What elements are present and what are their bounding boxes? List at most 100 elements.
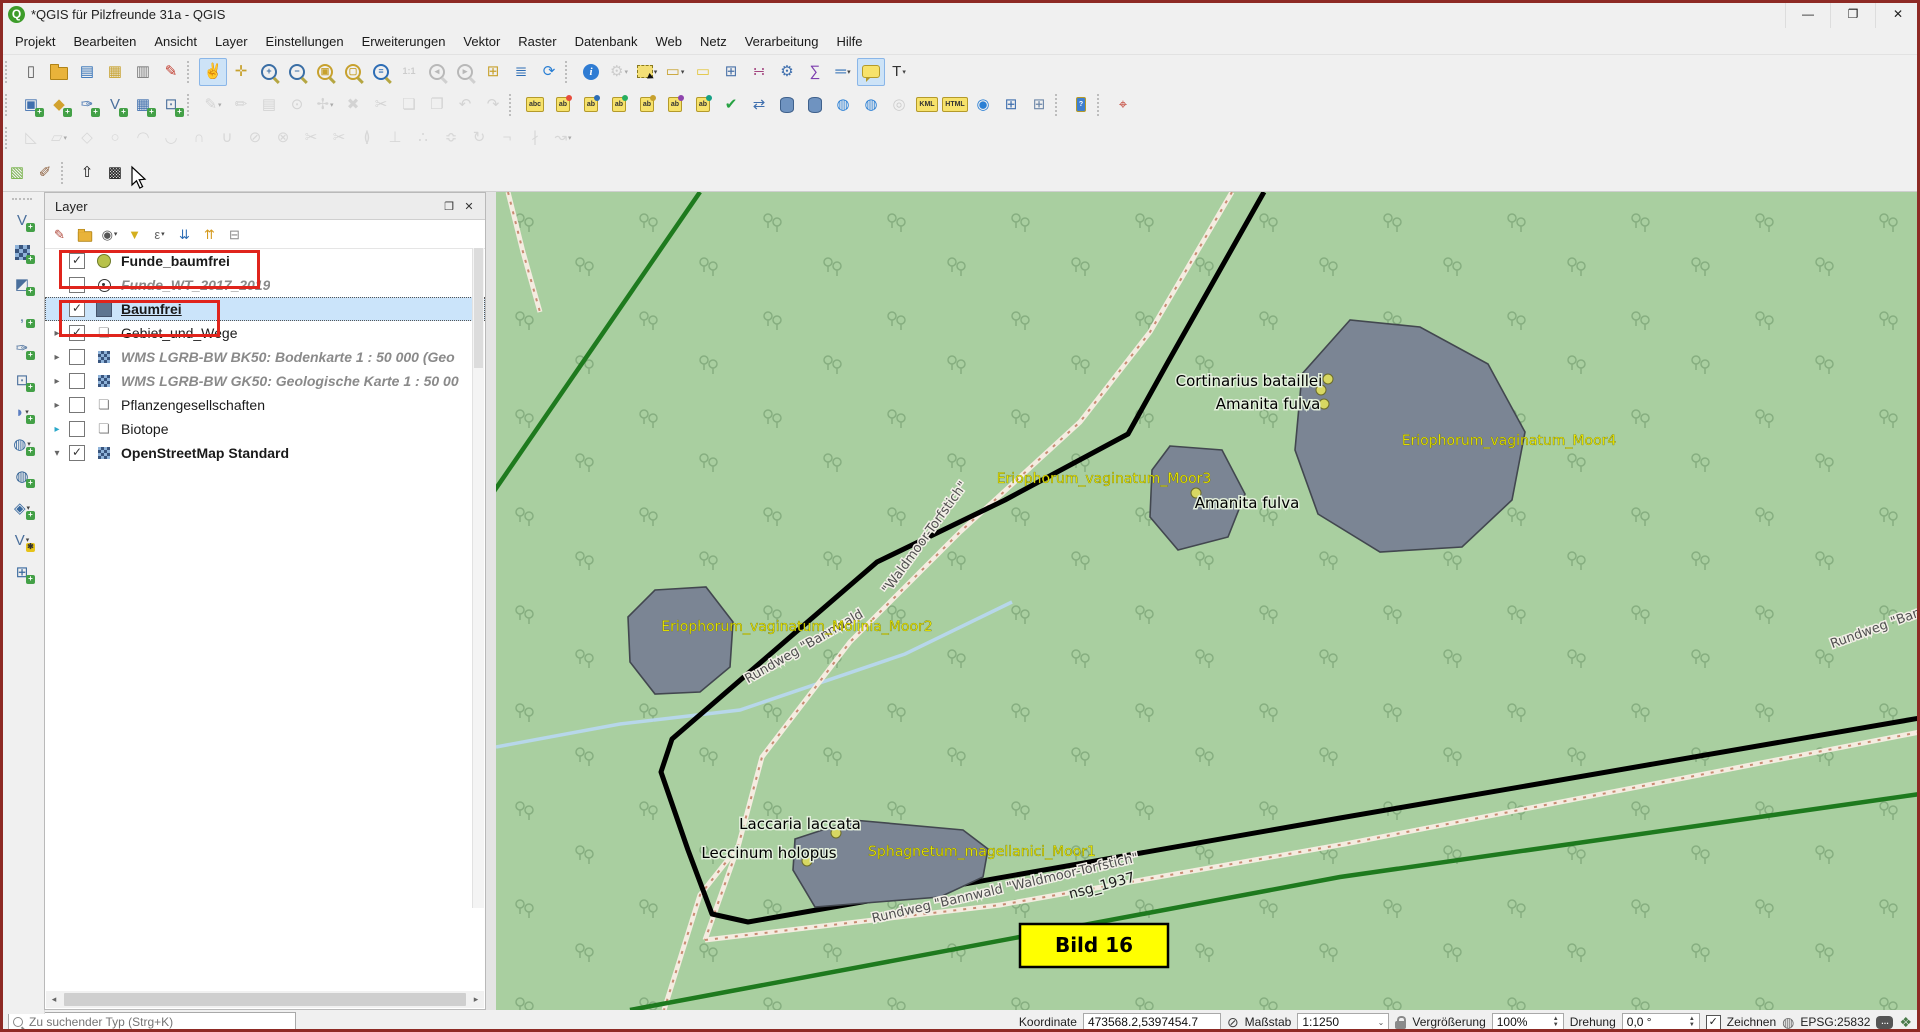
expand-icon[interactable]: ▸ — [45, 400, 69, 411]
layer-visibility-checkbox[interactable] — [69, 373, 85, 389]
change-label-button[interactable]: ab — [689, 91, 717, 119]
metasearch-button[interactable]: ◍ — [829, 91, 857, 119]
recenter-button[interactable]: ⌖ — [1109, 91, 1137, 119]
new-temporary-scratch-layer-button[interactable]: V✱▾ — [8, 526, 36, 554]
layer-row-funde_baumfrei[interactable]: ✓Funde_baumfrei — [45, 249, 485, 273]
zoom-to-layer-button[interactable]: ≡ — [367, 58, 395, 86]
scale-combobox[interactable]: 1:1250⌄ — [1297, 1013, 1389, 1032]
layer-visibility-checkbox[interactable] — [69, 397, 85, 413]
add-spatialite-layer-button[interactable]: ✑+ — [8, 334, 36, 362]
toolbar-handle[interactable] — [12, 198, 32, 200]
text-annotation-button[interactable]: T▾ — [885, 58, 913, 86]
metasearch-catalog-button[interactable]: ◍ — [857, 91, 885, 119]
map-tips-button[interactable] — [857, 58, 885, 86]
layer-visibility-checkbox[interactable]: ✓ — [69, 253, 85, 269]
add-group-button[interactable] — [72, 222, 97, 246]
grid-tool-button[interactable]: ⊞ — [997, 91, 1025, 119]
open-attribute-table-button[interactable]: ⊞ — [717, 58, 745, 86]
render-checkbox[interactable]: ✓ — [1706, 1015, 1721, 1030]
add-postgis-layer-button[interactable]: ◗+▾ — [8, 398, 36, 426]
processing-toolbox-button[interactable]: ⚙ — [773, 58, 801, 86]
filter-by-expression-button[interactable]: ε▾ — [147, 222, 172, 246]
panel-horizontal-scrollbar[interactable]: ◂ ▸ — [46, 991, 484, 1008]
messages-icon[interactable]: … — [1876, 1016, 1893, 1029]
menu-raster[interactable]: Raster — [509, 30, 565, 53]
menu-datenbank[interactable]: Datenbank — [566, 30, 647, 53]
pan-to-selection-button[interactable]: ✛ — [227, 58, 255, 86]
layer-row-funde_wt_2017_2019[interactable]: Funde_WT_2017_2019 — [45, 273, 485, 297]
add-raster-layer-button[interactable]: + — [8, 238, 36, 266]
new-map-view-button[interactable]: ⊞ — [479, 58, 507, 86]
statistics-button[interactable]: ∑ — [801, 58, 829, 86]
menu-netz[interactable]: Netz — [691, 30, 736, 53]
layer-row-biotope[interactable]: ▸❏Biotope — [45, 417, 485, 441]
identify-features-button[interactable]: i — [577, 58, 605, 86]
html-export-button[interactable]: HTML — [941, 91, 969, 119]
layer-visibility-checkbox[interactable] — [69, 277, 85, 293]
layer-row-wms[interactable]: ▸WMS LGRB-BW BK50: Bodenkarte 1 : 50 000… — [45, 345, 485, 369]
close-button[interactable]: ✕ — [1875, 0, 1920, 28]
new-mesh-layer-button[interactable]: ▦+ — [129, 91, 157, 119]
new-shapefile-layer-button[interactable]: ◆+ — [45, 91, 73, 119]
layer-visibility-checkbox[interactable]: ✓ — [69, 301, 85, 317]
rotation-spinbox[interactable]: 0,0 °▲▼ — [1622, 1013, 1700, 1032]
zoom-in-button[interactable]: + — [255, 58, 283, 86]
georeferencer-button[interactable]: ▧ — [3, 159, 31, 187]
check-geometries-button[interactable]: ✔ — [717, 91, 745, 119]
expand-icon[interactable]: ▸ — [45, 424, 69, 435]
select-features-button[interactable]: ▾ — [633, 58, 661, 86]
menu-erweiterungen[interactable]: Erweiterungen — [353, 30, 455, 53]
panel-float-button[interactable]: ❐ — [439, 197, 459, 215]
add-wcs-layer-button[interactable]: ◍+ — [8, 462, 36, 490]
expand-icon[interactable]: ▸ — [45, 352, 69, 363]
add-mesh-layer-button[interactable]: ◩+ — [8, 270, 36, 298]
offline-editing-button[interactable]: ⇄ — [745, 91, 773, 119]
new-spatialite-layer-button[interactable]: ✑+ — [73, 91, 101, 119]
layer-row-pflanzengesellschaften[interactable]: ▸❏Pflanzengesellschaften — [45, 393, 485, 417]
magnifier-spinbox[interactable]: 100%▲▼ — [1492, 1013, 1564, 1032]
coordinate-input[interactable]: 473568.2,5397454.7 — [1083, 1013, 1221, 1032]
layer-visibility-checkbox[interactable] — [69, 421, 85, 437]
layer-labeling-button[interactable]: abc — [521, 91, 549, 119]
lock-scale-icon[interactable] — [1395, 1021, 1406, 1029]
menu-projekt[interactable]: Projekt — [6, 30, 64, 53]
new-project-button[interactable]: ▯ — [17, 58, 45, 86]
rotate-label-button[interactable]: ab — [661, 91, 689, 119]
search-input[interactable] — [27, 1014, 291, 1030]
restore-button[interactable]: ❐ — [1830, 0, 1875, 28]
menu-ansicht[interactable]: Ansicht — [145, 30, 206, 53]
save-project-button[interactable]: ▤ — [73, 58, 101, 86]
move-label-button[interactable]: ab — [633, 91, 661, 119]
open-project-button[interactable] — [45, 58, 73, 86]
panel-close-button[interactable]: ✕ — [459, 197, 479, 215]
new-print-layout-button[interactable]: ▦ — [101, 58, 129, 86]
menu-hilfe[interactable]: Hilfe — [827, 30, 871, 53]
mouse-position-toggle-icon[interactable]: ⊘ — [1227, 1014, 1239, 1031]
field-calculator-button[interactable]: ∺ — [745, 58, 773, 86]
layer-row-baumfrei[interactable]: ✓Baumfrei — [45, 297, 485, 321]
crs-globe-icon[interactable]: ◍ — [1782, 1014, 1794, 1031]
select-by-expression-button[interactable]: ▭▾ — [661, 58, 689, 86]
menu-vektor[interactable]: Vektor — [454, 30, 509, 53]
new-virtual-layer-button[interactable]: ⊡+ — [157, 91, 185, 119]
layer-row-openstreetmap[interactable]: ▾✓OpenStreetMap Standard — [45, 441, 485, 465]
import-photos-button[interactable]: ⇧ — [73, 159, 101, 187]
scroll-left-icon[interactable]: ◂ — [46, 994, 62, 1005]
extensions-icon[interactable]: ❖ — [1899, 1014, 1912, 1031]
manage-map-themes-button[interactable]: ◉▾ — [97, 222, 122, 246]
locator-search[interactable] — [8, 1012, 296, 1032]
expand-icon[interactable]: ▸ — [45, 376, 69, 387]
measure-button[interactable]: ═▾ — [829, 58, 857, 86]
kml-export-button[interactable]: KML — [913, 91, 941, 119]
menu-bearbeiten[interactable]: Bearbeiten — [64, 30, 145, 53]
minimize-button[interactable]: — — [1785, 0, 1830, 28]
new-temporary-scratch-layer-2-button[interactable]: V+ — [101, 91, 129, 119]
zoom-out-button[interactable]: − — [283, 58, 311, 86]
map-sketch-button[interactable]: ✐ — [31, 159, 59, 187]
new-table-button[interactable]: ⊞+ — [8, 558, 36, 586]
zoom-full-extent-button[interactable]: ▣ — [311, 58, 339, 86]
layer-visibility-checkbox[interactable]: ✓ — [69, 445, 85, 461]
map-canvas[interactable]: Rundweg "Bannwald"Waldmoor-Torfstich"Run… — [496, 192, 1917, 1010]
layer-visibility-checkbox[interactable]: ✓ — [69, 325, 85, 341]
select-by-screenshot-button[interactable]: ▩ — [101, 159, 129, 187]
